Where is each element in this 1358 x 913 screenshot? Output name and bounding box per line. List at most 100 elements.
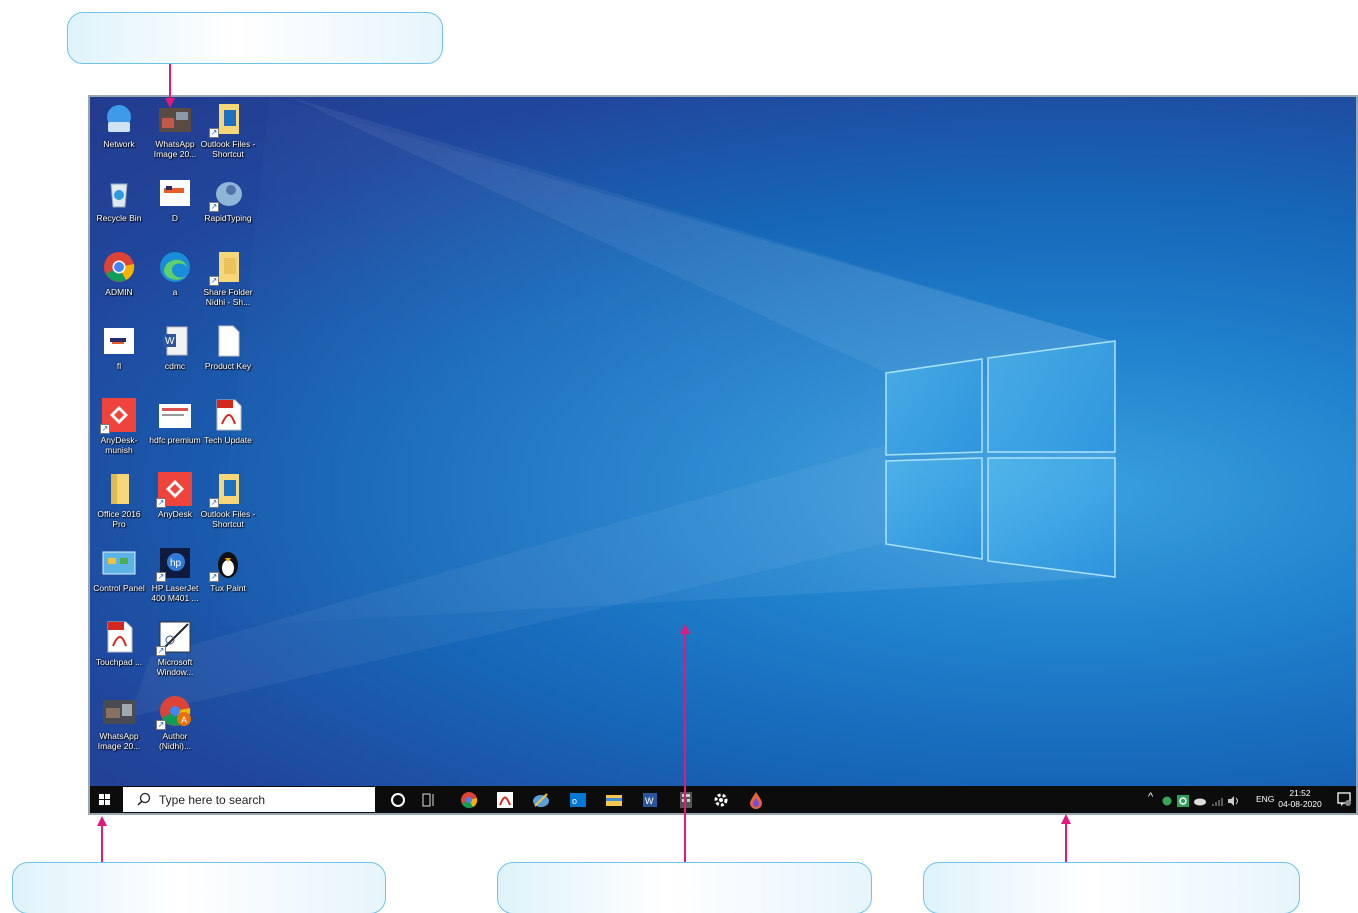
desktop-icon-touchpad[interactable]: Touchpad ... <box>90 620 148 667</box>
desktop-icon-anydesk[interactable]: ↗ AnyDesk <box>146 472 204 519</box>
desktop-icon-label: WhatsApp Image 20... <box>153 139 197 159</box>
clock-time: 21:52 <box>1289 788 1311 798</box>
desktop-icon-outlook-files[interactable]: ↗ Outlook Files - Shortcut <box>199 102 257 159</box>
desktop-icon-label: AnyDesk <box>157 509 192 519</box>
desktop-icon-label: Outlook Files - Shortcut <box>200 139 256 159</box>
svg-text:W: W <box>165 336 175 347</box>
desktop-icon-hdfc-premium[interactable]: hdfc premium <box>146 398 204 445</box>
desktop-icon-label: Outlook Files - Shortcut <box>200 509 256 529</box>
desktop-icon-author[interactable]: A ↗ Author (Nidhi)... <box>146 694 204 751</box>
desktop-icon-label: RapidTyping <box>204 213 252 223</box>
pdf-icon <box>211 398 245 432</box>
desktop-icon-microsoft-window[interactable]: ↗ Microsoft Window... <box>146 620 204 677</box>
windows-logo-icon <box>99 794 110 805</box>
word-icon[interactable]: W <box>640 790 660 810</box>
tray-chevron[interactable]: ^ <box>1148 791 1153 803</box>
desktop-icon-admin[interactable]: ADMIN <box>90 250 148 297</box>
desktop-icon-product-key[interactable]: Product Key <box>199 324 257 371</box>
dropper-icon[interactable] <box>746 790 766 810</box>
windows-wallpaper <box>130 97 1116 717</box>
desktop-icon-label: AnyDesk-munish <box>100 435 138 455</box>
desktop-icon-recycle-bin[interactable]: Recycle Bin <box>90 176 148 223</box>
word-doc-icon: W <box>158 324 192 358</box>
chrome-profile-icon: A ↗ <box>156 694 192 730</box>
desktop-icon-label: Microsoft Window... <box>156 657 194 677</box>
calculator-icon[interactable] <box>676 790 696 810</box>
chrome-icon <box>102 250 136 284</box>
svg-text:A: A <box>181 715 187 725</box>
photo-icon <box>102 694 136 728</box>
desktop-icon-hp-laserjet[interactable]: hp ↗ HP LaserJet 400 M401 ... <box>146 546 204 603</box>
folder-icon <box>102 472 136 506</box>
desktop-icon-rapidtyping[interactable]: ↗ RapidTyping <box>199 176 257 223</box>
settings-icon[interactable] <box>711 790 731 810</box>
volume-icon[interactable] <box>1227 794 1241 806</box>
desktop-icon-label: hdfc premium <box>149 435 201 445</box>
start-button[interactable] <box>90 786 120 813</box>
folder-shortcut-icon: ↗ <box>209 102 245 138</box>
callout-taskbar <box>923 862 1300 913</box>
action-center-icon[interactable] <box>1336 791 1352 807</box>
tray-app-icon[interactable] <box>1161 794 1173 806</box>
desktop-icon-d[interactable]: D <box>146 176 204 223</box>
desktop-icon-tux-paint[interactable]: ↗ Tux Paint <box>199 546 257 593</box>
rapidtyping-icon: ↗ <box>209 176 245 212</box>
desktop-icon-label: HP LaserJet 400 M401 ... <box>151 583 199 603</box>
svg-text:hp: hp <box>170 558 182 569</box>
acrobat-icon[interactable] <box>495 790 515 810</box>
desktop-icon-outlook-files-2[interactable]: ↗ Outlook Files - Shortcut <box>199 472 257 529</box>
taskbar: Type here to search o W ^ ENG 21:52 04-0… <box>90 786 1356 813</box>
paint-icon[interactable] <box>531 790 551 810</box>
tray-q-icon[interactable] <box>1177 794 1189 807</box>
desktop-icon-label: Office 2016 Pro <box>97 509 141 529</box>
desktop-screen[interactable]: Network WhatsApp Image 20... ↗ Outlook F… <box>88 95 1358 815</box>
desktop-icon-network[interactable]: Network <box>90 102 148 149</box>
hp-printer-icon: hp ↗ <box>156 546 192 582</box>
anydesk-icon: ↗ <box>100 398 136 434</box>
recycle-bin-icon <box>102 176 136 210</box>
callout-start-button <box>12 862 386 913</box>
network-status-icon[interactable] <box>1211 794 1223 806</box>
desktop-icon-label: Author (Nidhi)... <box>158 731 192 751</box>
desktop-icon-whatsapp-image-2[interactable]: WhatsApp Image 20... <box>90 694 148 751</box>
language-indicator[interactable]: ENG <box>1256 794 1274 804</box>
desktop-icon-share-folder[interactable]: ↗ Share Folder Nidhi - Sh... <box>199 250 257 307</box>
pdf-icon <box>102 620 136 654</box>
clock[interactable]: 21:52 04-08-2020 <box>1276 788 1324 810</box>
file-explorer-icon[interactable] <box>604 790 624 810</box>
desktop-icon-label: D <box>171 213 179 223</box>
control-panel-icon <box>102 546 136 580</box>
chrome-icon[interactable] <box>459 790 479 810</box>
desktop-icon-label: Control Panel <box>93 583 145 593</box>
folder-shortcut-icon: ↗ <box>209 472 245 508</box>
desktop-icon-label: Recycle Bin <box>96 213 142 223</box>
desktop-icon-label: Tux Paint <box>210 583 246 593</box>
document-image-icon <box>102 324 136 358</box>
search-input[interactable]: Type here to search <box>123 787 375 812</box>
outlook-icon[interactable]: o <box>568 790 588 810</box>
desktop-icon-anydesk-munish[interactable]: ↗ AnyDesk-munish <box>90 398 148 455</box>
cortana-icon[interactable] <box>388 790 408 810</box>
desktop-icon-tech-update[interactable]: Tech Update <box>199 398 257 445</box>
desktop-icon-label: Share Folder Nidhi - Sh... <box>203 287 253 307</box>
desktop-icon-label: a <box>172 287 178 297</box>
callout-desktop <box>497 862 872 913</box>
text-file-icon <box>211 324 245 358</box>
svg-text:o: o <box>572 796 577 806</box>
desktop-icon-label: Network <box>103 139 135 149</box>
desktop-icon-cdmc[interactable]: W cdmc <box>146 324 204 371</box>
edge-icon <box>158 250 192 284</box>
desktop-icon-a[interactable]: a <box>146 250 204 297</box>
desktop-icon-label: Product Key <box>204 361 252 371</box>
page: Network WhatsApp Image 20... ↗ Outlook F… <box>0 0 1358 913</box>
svg-text:W: W <box>645 796 654 806</box>
desktop-icon-label: ADMIN <box>105 287 133 297</box>
onedrive-icon[interactable] <box>1193 794 1207 806</box>
desktop-icon-control-panel[interactable]: Control Panel <box>90 546 148 593</box>
desktop-icon-whatsapp-image[interactable]: WhatsApp Image 20... <box>146 102 204 159</box>
photo-icon <box>158 102 192 136</box>
document-image-icon <box>158 398 192 432</box>
desktop-icon-fl[interactable]: fl <box>90 324 148 371</box>
desktop-icon-office-2016[interactable]: Office 2016 Pro <box>90 472 148 529</box>
task-view-icon[interactable] <box>419 790 439 810</box>
